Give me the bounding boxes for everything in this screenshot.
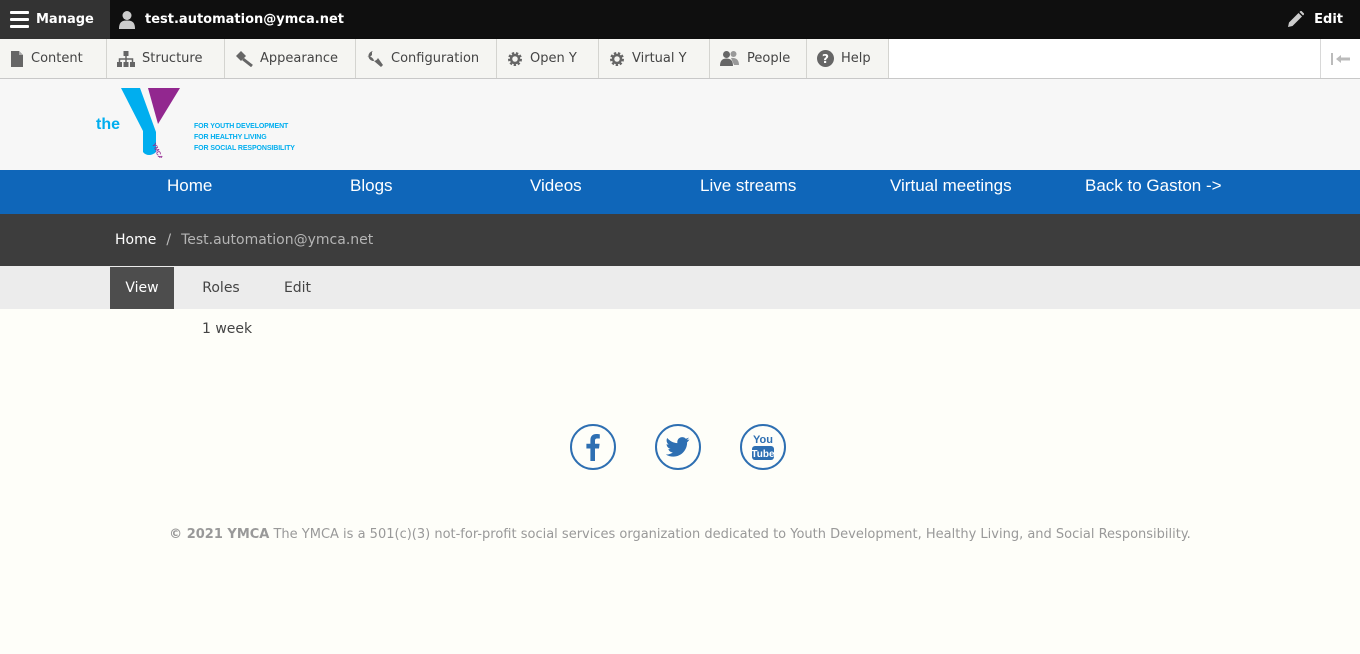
- wrench-icon: [367, 50, 383, 67]
- user-label: test.automation@ymca.net: [145, 12, 344, 27]
- tab-edit[interactable]: Edit: [270, 267, 325, 309]
- user-account-link[interactable]: test.automation@ymca.net: [118, 0, 344, 39]
- hamburger-icon: [10, 11, 29, 28]
- facebook-icon: [586, 434, 600, 461]
- youtube-icon: You Tube: [751, 434, 775, 460]
- tray-item-people[interactable]: People: [710, 39, 807, 78]
- tray-item-configuration[interactable]: Configuration: [356, 39, 497, 78]
- paintbrush-icon: [236, 51, 253, 67]
- tray-label-content: Content: [31, 51, 83, 66]
- y-logo-icon: YMCA: [121, 88, 180, 158]
- footer-copyright: © 2021 YMCA The YMCA is a 501(c)(3) not-…: [0, 527, 1360, 542]
- footer-description: The YMCA is a 501(c)(3) not-for-profit s…: [269, 527, 1191, 542]
- tray-item-structure[interactable]: Structure: [107, 39, 225, 78]
- sitemap-icon: [117, 50, 135, 67]
- tray-label-appearance: Appearance: [260, 51, 339, 66]
- local-tasks-tabs: View Roles Edit: [0, 266, 1360, 309]
- manage-label: Manage: [36, 12, 94, 27]
- youtube-tube-text: Tube: [751, 449, 775, 460]
- gear-icon: [610, 51, 624, 66]
- twitter-link[interactable]: [655, 424, 701, 470]
- member-for-value: 1 week: [202, 321, 253, 337]
- tray-label-virtual-y: Virtual Y: [632, 51, 687, 66]
- site-header: the YMCA FOR YOUTH DEVELOPMENT FOR HEALT…: [0, 79, 1360, 170]
- help-icon: ?: [817, 50, 834, 67]
- nav-link-videos[interactable]: Videos: [530, 176, 582, 196]
- youtube-you-text: You: [753, 434, 773, 446]
- ymca-logo[interactable]: the YMCA FOR YOUTH DEVELOPMENT FOR HEALT…: [96, 86, 306, 158]
- manage-button[interactable]: Manage: [0, 0, 110, 39]
- nav-link-blogs[interactable]: Blogs: [350, 176, 393, 196]
- tray-item-help[interactable]: ? Help: [807, 39, 889, 78]
- tray-label-open-y: Open Y: [530, 51, 577, 66]
- file-icon: [11, 50, 23, 67]
- twitter-icon: [666, 437, 690, 457]
- breadcrumb-home[interactable]: Home: [115, 232, 156, 248]
- nav-link-home[interactable]: Home: [167, 176, 212, 196]
- facebook-link[interactable]: [570, 424, 616, 470]
- nav-link-virtual-meetings[interactable]: Virtual meetings: [890, 176, 1012, 196]
- gear-icon: [508, 51, 522, 66]
- nav-link-live-streams[interactable]: Live streams: [700, 176, 796, 196]
- user-icon: [119, 11, 135, 29]
- tray-label-help: Help: [841, 51, 871, 66]
- svg-text:?: ?: [822, 52, 829, 66]
- tray-item-virtual-y[interactable]: Virtual Y: [599, 39, 710, 78]
- nav-link-back-to-gaston[interactable]: Back to Gaston ->: [1085, 176, 1222, 196]
- admin-tray: Content Structure Appearance Configurati…: [0, 39, 1360, 79]
- tray-item-appearance[interactable]: Appearance: [225, 39, 356, 78]
- tray-item-open-y[interactable]: Open Y: [497, 39, 599, 78]
- youtube-link[interactable]: You Tube: [740, 424, 786, 470]
- tray-item-content[interactable]: Content: [0, 39, 107, 78]
- copyright-label: © 2021 YMCA: [169, 527, 270, 542]
- tab-view[interactable]: View: [110, 267, 174, 309]
- tray-orientation-toggle[interactable]: [1320, 39, 1360, 78]
- admin-toolbar: Manage test.automation@ymca.net Edit: [0, 0, 1360, 39]
- logo-tagline-2: FOR HEALTHY LIVING: [194, 134, 267, 141]
- people-icon: [720, 51, 739, 66]
- logo-tagline-1: FOR YOUTH DEVELOPMENT: [194, 123, 289, 130]
- breadcrumb-current: Test.automation@ymca.net: [181, 232, 374, 248]
- collapse-left-icon: [1330, 52, 1350, 65]
- tray-label-structure: Structure: [142, 51, 203, 66]
- tray-label-people: People: [747, 51, 791, 66]
- edit-mode-button[interactable]: Edit: [1287, 0, 1343, 39]
- logo-tagline-3: FOR SOCIAL RESPONSIBILITY: [194, 145, 295, 152]
- edit-label: Edit: [1314, 12, 1343, 27]
- breadcrumb: Home / Test.automation@ymca.net: [0, 214, 1360, 266]
- tab-roles[interactable]: Roles: [188, 267, 254, 309]
- tray-label-configuration: Configuration: [391, 51, 480, 66]
- pencil-icon: [1288, 11, 1305, 27]
- main-navigation: Home Blogs Videos Live streams Virtual m…: [0, 170, 1360, 214]
- breadcrumb-separator: /: [166, 232, 172, 248]
